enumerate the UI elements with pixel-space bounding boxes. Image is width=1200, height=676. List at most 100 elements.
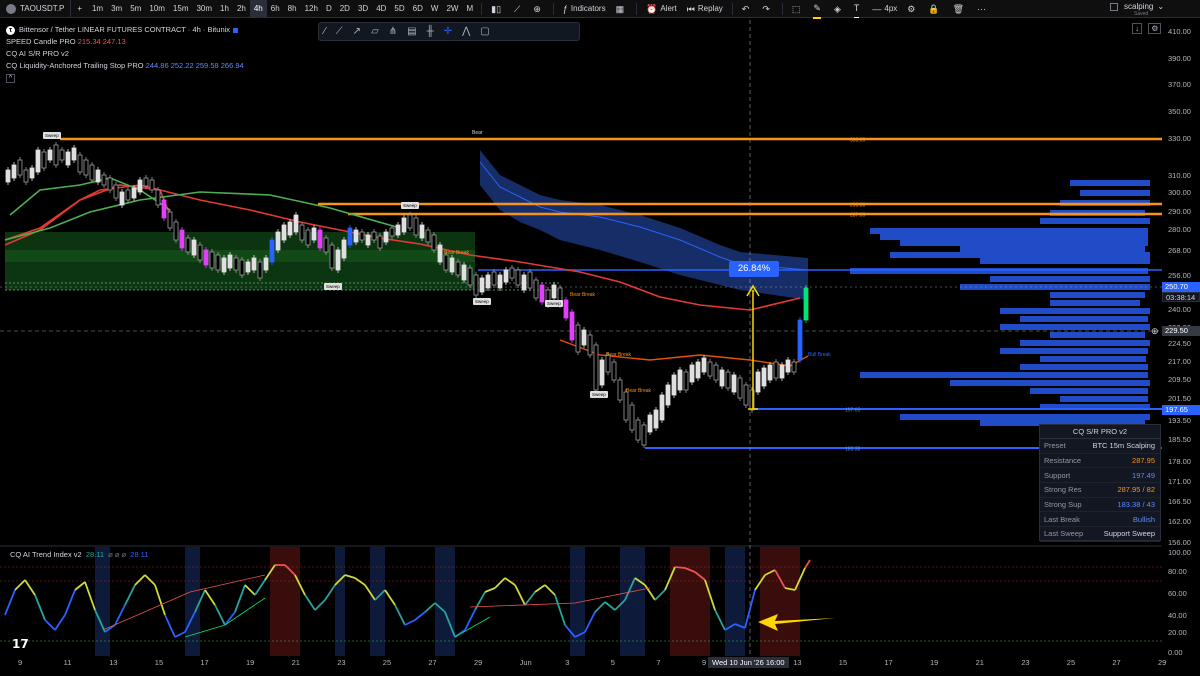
- indicator-tick: 60.00: [1168, 589, 1187, 598]
- legend-row-sr[interactable]: CQ AI S/R PRO v2: [6, 48, 244, 60]
- price-tick: 256.00: [1168, 271, 1191, 280]
- timeframe-1h[interactable]: 1h: [216, 0, 233, 18]
- candle-body: [125, 189, 131, 201]
- timeframe-W[interactable]: W: [427, 0, 443, 18]
- timeframe-4h[interactable]: 4h: [249, 0, 267, 18]
- candle-body: [293, 214, 299, 233]
- candle-body: [701, 357, 707, 373]
- timeframe-6h[interactable]: 6h: [267, 0, 284, 18]
- candle-body: [365, 234, 371, 246]
- volume-profile-bar: [1030, 388, 1148, 394]
- alert-button[interactable]: ⏰ Alert: [641, 0, 682, 18]
- bear-break-label: Bear Break: [626, 388, 652, 394]
- trend-index-line: [484, 587, 496, 593]
- trend-index-line: [394, 604, 406, 626]
- indicator-name: CQ Liquidity-Anchored Trailing Stop PRO: [6, 61, 144, 70]
- text-button[interactable]: T: [849, 0, 868, 18]
- timeframe-15m[interactable]: 15m: [169, 0, 193, 18]
- delete-button[interactable]: 🗑: [948, 0, 972, 18]
- candle-body: [137, 179, 143, 193]
- trend-index-line: [324, 584, 336, 601]
- timeframe-1m[interactable]: 1m: [88, 0, 107, 18]
- pen-button[interactable]: ✎: [808, 0, 829, 19]
- timeframe-D[interactable]: D: [322, 0, 336, 18]
- down-arrow-icon[interactable]: ↓: [1132, 23, 1142, 34]
- indicator-legend[interactable]: CQ AI Trend Index v2 28.11 ⌀ ⌀ ⌀ 28.11: [10, 550, 148, 559]
- price-tick: 156.00: [1168, 538, 1191, 547]
- timeframe-8h[interactable]: 8h: [284, 0, 301, 18]
- price-tick: 178.00: [1168, 457, 1191, 466]
- candle-body: [527, 271, 533, 289]
- candle-body: [395, 224, 401, 236]
- candle-body: [449, 257, 455, 273]
- line-width-button[interactable]: —4px: [867, 0, 902, 18]
- layout-switch[interactable]: scalping Saved ⌄: [1110, 2, 1164, 17]
- fill-button[interactable]: ◈: [829, 0, 849, 18]
- timeframe-3m[interactable]: 3m: [107, 0, 126, 18]
- legend-row-trailing[interactable]: CQ Liquidity-Anchored Trailing Stop PRO …: [6, 60, 244, 72]
- legend-row-speed[interactable]: SPEED Candle PRO 215.34 247.13: [6, 36, 244, 48]
- timeframe-M[interactable]: M: [462, 0, 477, 18]
- trend-index-line: [714, 609, 726, 631]
- alarm-icon: ⏰: [646, 3, 658, 14]
- trend-index-line: [4, 589, 16, 616]
- redo-button[interactable]: ↷: [757, 0, 778, 18]
- candle-body: [437, 244, 443, 263]
- candle-body: [797, 319, 803, 361]
- level-value-label: 287.95: [850, 213, 866, 219]
- replay-button[interactable]: ⏮ Replay: [682, 0, 728, 18]
- timeframe-5m[interactable]: 5m: [126, 0, 145, 18]
- timeframe-5D[interactable]: 5D: [390, 0, 408, 18]
- timeframe-6D[interactable]: 6D: [409, 0, 427, 18]
- replay-icon: ⏮: [686, 3, 695, 14]
- add-alert-icon[interactable]: ⊕: [1151, 326, 1159, 337]
- price-axis[interactable]: 410.00 390.00 370.00 350.00 330.00 310.00 300.…: [1162, 18, 1200, 658]
- trend-index-line: [584, 611, 596, 633]
- volume-profile-bar: [1020, 316, 1148, 322]
- lock-button[interactable]: 🔒: [923, 0, 947, 18]
- timeframe-10m[interactable]: 10m: [145, 0, 169, 18]
- price-chart[interactable]: 333.09 293.38 287.95 197.65 183.38 Bear Bear B…: [0, 18, 1162, 656]
- undo-button[interactable]: ↶: [737, 0, 758, 18]
- countdown-label: 03:38:14: [1162, 292, 1200, 302]
- candle-body: [287, 221, 293, 236]
- timeframe-4D[interactable]: 4D: [372, 0, 390, 18]
- plus-button[interactable]: ⊕: [528, 0, 549, 18]
- percent-change-label[interactable]: 26.84%: [729, 261, 779, 277]
- volume-profile-bar: [990, 276, 1150, 282]
- trend-index-line: [134, 574, 146, 586]
- candle-body: [245, 261, 251, 273]
- candle-body: [5, 169, 11, 183]
- settings-icon[interactable]: ⚙: [1148, 23, 1162, 34]
- layout-name: scalping: [1124, 2, 1154, 11]
- panel-key: Strong Sup: [1044, 500, 1082, 510]
- symbol-search[interactable]: TAOUSDT.P: [0, 0, 72, 18]
- trend-index-line: [424, 602, 436, 613]
- timeframe-2D[interactable]: 2D: [336, 0, 354, 18]
- candle-type-button[interactable]: ▮▯: [486, 0, 509, 18]
- panel-row: Last Sweep Support Sweep: [1040, 527, 1160, 542]
- more-button[interactable]: ···: [972, 0, 994, 18]
- interval-icon[interactable]: +: [71, 0, 88, 18]
- layout-tools-button[interactable]: ⬚: [787, 0, 809, 18]
- trend-index-line: [514, 584, 526, 606]
- candle-body: [83, 159, 89, 176]
- candle-body: [239, 259, 245, 276]
- timeframe-12h[interactable]: 12h: [301, 0, 322, 18]
- candle-body: [275, 231, 281, 251]
- time-axis[interactable]: 911131517192123252729Jun3579111315171921…: [0, 656, 1166, 676]
- templates-button[interactable]: ▦: [611, 0, 633, 18]
- price-tick: 390.00: [1168, 54, 1191, 63]
- candle-body: [743, 384, 749, 406]
- timeframe-3D[interactable]: 3D: [354, 0, 372, 18]
- settings-button[interactable]: ⚙: [902, 0, 923, 18]
- volume-profile-bar: [860, 372, 1148, 378]
- compare-button[interactable]: ⟋: [509, 0, 528, 18]
- indicator-tick: 20.00: [1168, 628, 1187, 637]
- candle-body: [473, 274, 479, 296]
- timeframe-2W[interactable]: 2W: [442, 0, 462, 18]
- timeframe-30m[interactable]: 30m: [192, 0, 216, 18]
- collapse-legend-button[interactable]: ^: [6, 72, 244, 83]
- indicators-button[interactable]: ƒ Indicators: [558, 0, 611, 18]
- timeframe-2h[interactable]: 2h: [233, 0, 250, 18]
